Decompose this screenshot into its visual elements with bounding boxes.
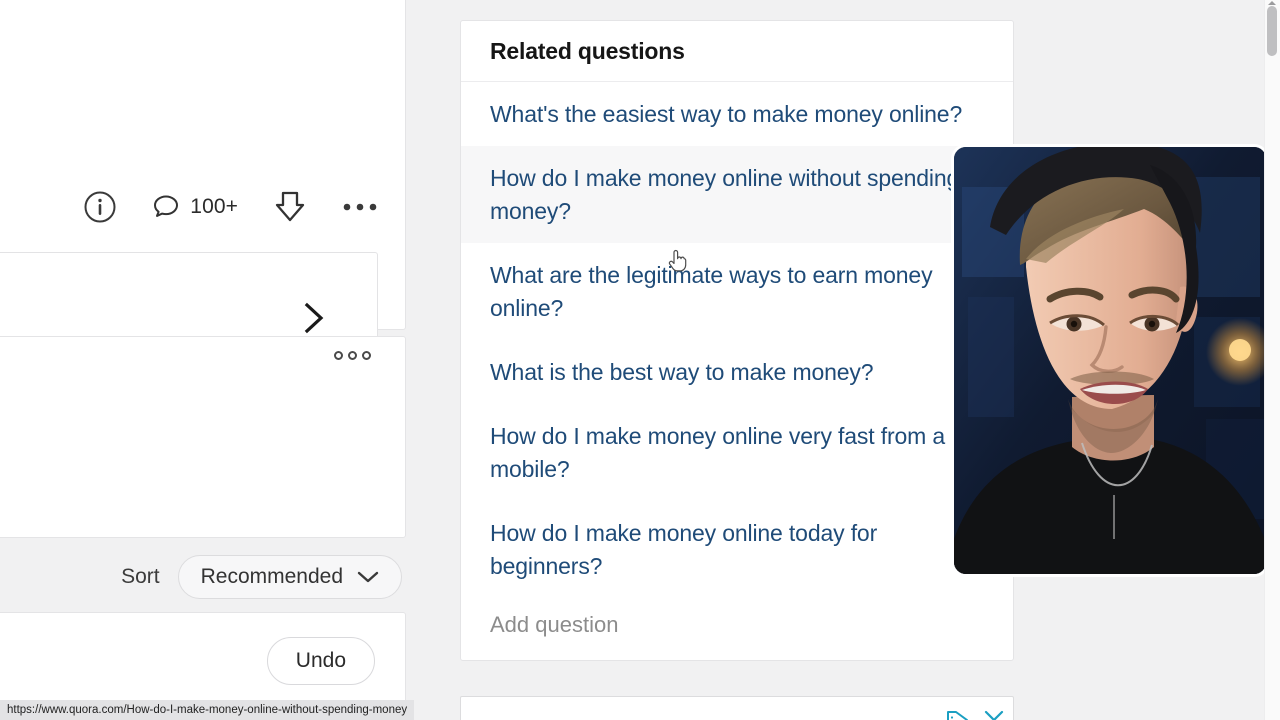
related-questions-list: What's the easiest way to make money onl… (461, 82, 1013, 598)
sort-row: Sort Recommended (0, 548, 406, 606)
related-question-link[interactable]: What is the best way to make money? (490, 356, 984, 389)
vertical-scrollbar[interactable] (1264, 0, 1280, 720)
scrollbar-thumb[interactable] (1267, 6, 1277, 56)
answer-card-snippet: mflest shoe? omfort. (0, 336, 406, 538)
webcam-overlay (954, 147, 1266, 574)
downvote-arrow-icon[interactable] (272, 190, 308, 224)
status-bar-url: https://www.quora.com/How-do-I-make-mone… (0, 700, 415, 720)
dot (348, 351, 357, 360)
list-item[interactable]: How do I make money online without spend… (461, 146, 1013, 243)
info-circle-icon[interactable] (83, 190, 117, 224)
undo-button[interactable]: Undo (266, 637, 375, 685)
ad-controls (945, 709, 1005, 720)
related-question-link[interactable]: How do I make money online without spend… (490, 162, 984, 228)
related-question-link[interactable]: How do I make money online very fast fro… (490, 420, 984, 486)
answer-action-bar: 100+ (0, 176, 406, 238)
chevron-right-icon[interactable] (301, 301, 327, 340)
list-item[interactable]: What's the easiest way to make money onl… (461, 82, 1013, 146)
three-circles-icon[interactable] (334, 351, 371, 360)
left-content-column: 100+ Sort Recommended Undo (0, 0, 406, 720)
related-question-link[interactable]: What's the easiest way to make money onl… (490, 98, 984, 131)
chevron-down-icon (357, 571, 379, 583)
close-x-icon[interactable] (983, 709, 1005, 720)
dot (334, 351, 343, 360)
browser-viewport: 100+ Sort Recommended Undo Related quest… (0, 0, 1280, 720)
comment-count: 100+ (190, 195, 238, 218)
ad-container (460, 696, 1014, 720)
related-questions-column: Related questions What's the easiest way… (460, 20, 1014, 720)
comment-button[interactable]: 100+ (151, 192, 238, 222)
list-item[interactable]: How do I make money online very fast fro… (461, 404, 1013, 501)
list-item[interactable]: How do I make money online today for beg… (461, 501, 1013, 598)
list-item[interactable]: What are the legitimate ways to earn mon… (461, 243, 1013, 340)
list-item[interactable]: What is the best way to make money? (461, 340, 1013, 404)
add-question-button[interactable]: Add question (461, 598, 1013, 660)
ellipsis-icon[interactable] (342, 201, 378, 213)
sort-dropdown[interactable]: Recommended (177, 555, 402, 599)
pointer-hand-cursor (666, 247, 690, 275)
related-question-link[interactable]: What are the legitimate ways to earn mon… (490, 259, 984, 325)
adchoices-icon[interactable] (945, 710, 971, 720)
related-questions-card: Related questions What's the easiest way… (460, 20, 1014, 661)
scroll-up-arrow[interactable] (1268, 1, 1276, 5)
related-questions-header: Related questions (461, 21, 1013, 82)
page-title: Related questions (490, 37, 685, 64)
sort-label: Sort (121, 565, 160, 588)
related-question-link[interactable]: How do I make money online today for beg… (490, 517, 984, 583)
dot (362, 351, 371, 360)
sort-value: Recommended (200, 565, 343, 588)
